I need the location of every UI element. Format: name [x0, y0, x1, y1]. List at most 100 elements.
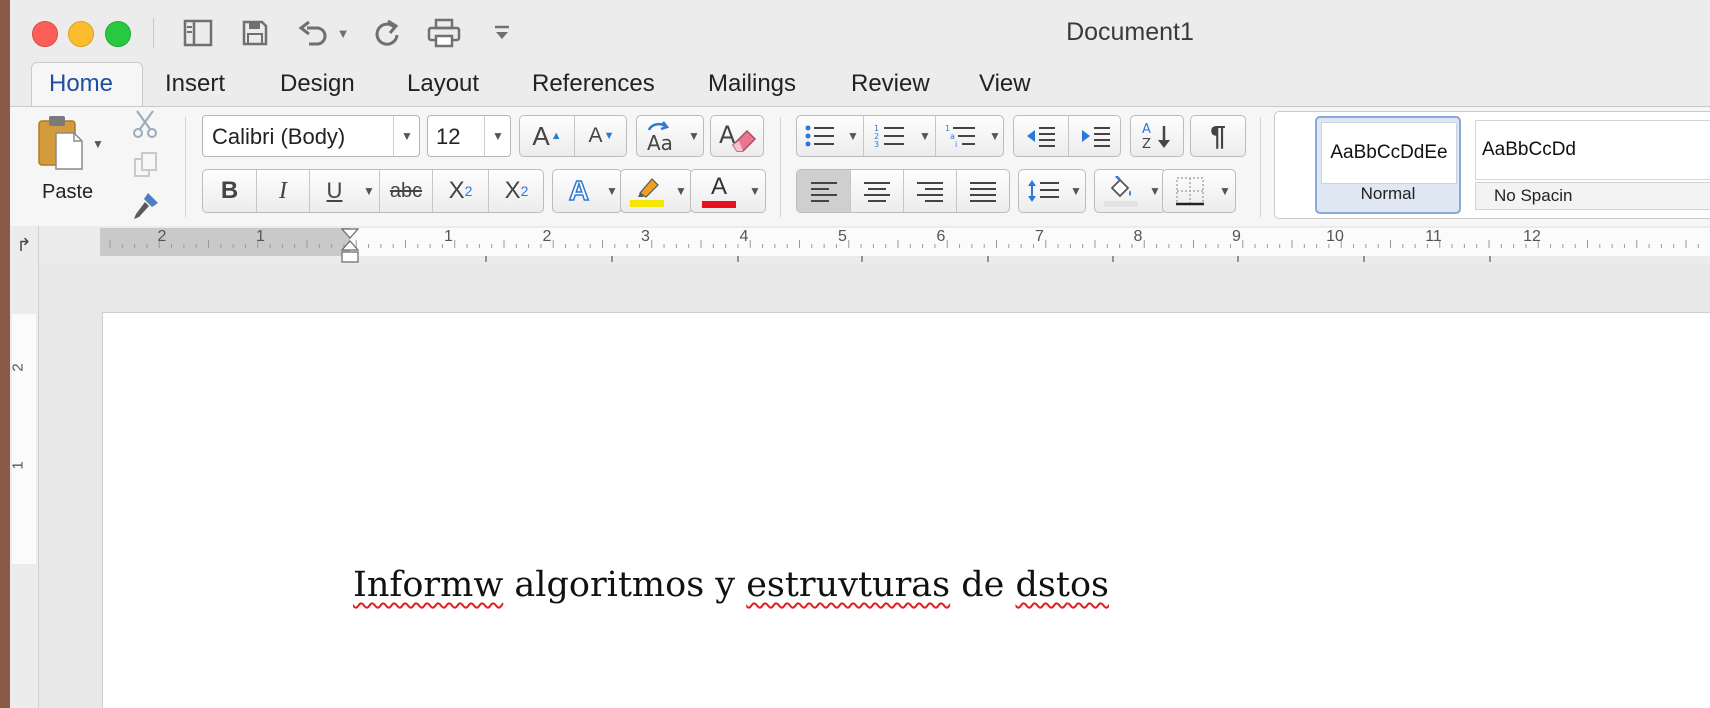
styles-gallery: AaBbCcDdEe Normal AaBbCcDd No Spacin	[1274, 111, 1710, 219]
text-effects-button[interactable]: A ▼	[552, 169, 622, 213]
style-normal[interactable]: AaBbCcDdEe Normal	[1315, 116, 1461, 214]
tab-design[interactable]: Design	[280, 70, 355, 98]
style-name: Normal	[1360, 184, 1416, 203]
document-page[interactable]: Informw algoritmos y estruvturas de dsto…	[102, 312, 1710, 708]
vertical-ruler-number: 2	[10, 363, 27, 372]
align-center-icon[interactable]	[850, 170, 903, 212]
title-bar: ▼ Document1	[10, 0, 1710, 58]
sort-button[interactable]: AZ	[1130, 115, 1184, 157]
indent-markers[interactable]	[340, 228, 360, 263]
format-painter-icon[interactable]	[130, 191, 162, 221]
font-style-buttons: B I U ▼ abc X2 X2	[202, 169, 544, 213]
zoom-window-button[interactable]	[105, 21, 131, 47]
show-formatting-button[interactable]: ¶	[1190, 115, 1246, 157]
ruler-number: 1	[256, 228, 265, 245]
tab-review[interactable]: Review	[851, 70, 930, 98]
chevron-down-icon[interactable]: ▼	[1067, 170, 1085, 212]
sidebar-icon[interactable]	[180, 16, 216, 50]
list-buttons: ▼ 123 ▼ 1ai ▼	[796, 115, 1004, 157]
minimize-window-button[interactable]	[68, 21, 94, 47]
svg-text:Aa: Aa	[647, 131, 673, 152]
paste-label: Paste	[42, 181, 94, 203]
tab-references[interactable]: References	[532, 70, 655, 98]
underline-dropdown-icon[interactable]: ▼	[359, 170, 379, 212]
shading-button[interactable]: ▼	[1094, 169, 1166, 213]
underline-button[interactable]: U	[309, 170, 359, 212]
borders-button[interactable]: ▼	[1162, 169, 1236, 213]
multilevel-list-icon[interactable]: 1ai	[935, 116, 985, 156]
shrink-font-button[interactable]: A ▼	[574, 116, 628, 156]
clear-formatting-button[interactable]: A	[710, 115, 764, 157]
ruler-number: 1	[444, 228, 453, 245]
document-word[interactable]: de	[950, 565, 1015, 605]
bold-button[interactable]: B	[203, 170, 256, 212]
chevron-down-icon[interactable]: ▼	[843, 116, 863, 156]
highlight-color-swatch	[630, 200, 664, 207]
paste-dropdown-icon[interactable]: ▼	[92, 137, 104, 151]
copy-icon[interactable]	[133, 151, 161, 179]
style-no-spacing[interactable]: AaBbCcDd No Spacin	[1471, 116, 1710, 214]
document-title: Document1	[1066, 18, 1194, 46]
document-word[interactable]: algoritmos y	[503, 565, 746, 605]
style-preview: AaBbCcDd	[1475, 120, 1710, 180]
grow-font-button[interactable]: A ▲	[520, 116, 574, 156]
paste-button[interactable]: ▼ Paste	[30, 113, 112, 209]
word-window: ▼ Document1 Home Insert Design Layout Re…	[10, 0, 1710, 708]
chevron-down-icon[interactable]: ▼	[603, 170, 621, 212]
ruler-number: 2	[542, 228, 552, 245]
misspelled-word[interactable]: estruvturas	[746, 565, 950, 605]
chevron-down-icon[interactable]: ▼	[985, 116, 1005, 156]
customize-icon[interactable]	[490, 16, 514, 50]
chevron-down-icon[interactable]: ▼	[685, 116, 703, 156]
strikethrough-button[interactable]: abc	[379, 170, 432, 212]
undo-dropdown-icon[interactable]: ▼	[335, 16, 351, 50]
tab-view[interactable]: View	[979, 70, 1031, 98]
change-case-button[interactable]: Aa ▼	[636, 115, 704, 157]
align-left-icon[interactable]	[797, 170, 850, 212]
ruler-number: 4	[739, 228, 749, 245]
highlight-button[interactable]: ▼	[620, 169, 692, 213]
redo-icon[interactable]	[370, 16, 404, 50]
ruler-number: 5	[838, 228, 847, 245]
chevron-down-icon[interactable]: ▼	[1215, 170, 1235, 212]
font-size-field[interactable]: 12 ▼	[427, 115, 511, 157]
horizontal-ruler: ↱ 2 1 1 2 3 4 5 6 7 8 9 10 11 12	[10, 226, 1710, 265]
line-spacing-button[interactable]: ▼	[1018, 169, 1086, 213]
ruler-number: 10	[1326, 228, 1344, 245]
numbering-icon[interactable]: 123	[863, 116, 915, 156]
chevron-down-icon[interactable]: ▼	[671, 170, 691, 212]
print-icon[interactable]	[425, 16, 463, 50]
save-icon[interactable]	[238, 16, 272, 50]
ruler-number: 11	[1425, 228, 1442, 245]
undo-icon[interactable]	[295, 16, 333, 50]
italic-button[interactable]: I	[256, 170, 309, 212]
font-size-buttons: A ▲ A ▼	[519, 115, 627, 157]
align-right-icon[interactable]	[903, 170, 956, 212]
justify-icon[interactable]	[956, 170, 1009, 212]
svg-text:A: A	[1142, 122, 1151, 137]
close-window-button[interactable]	[32, 21, 58, 47]
alignment-buttons	[796, 169, 1010, 213]
chevron-down-icon[interactable]: ▼	[915, 116, 935, 156]
tab-insert[interactable]: Insert	[165, 70, 225, 98]
cut-icon[interactable]	[130, 109, 160, 139]
tab-mailings[interactable]: Mailings	[708, 70, 796, 98]
chevron-down-icon[interactable]: ▼	[484, 116, 511, 156]
misspelled-word[interactable]: dstos	[1016, 565, 1109, 605]
superscript-button[interactable]: X2	[488, 170, 544, 212]
tab-home[interactable]: Home	[49, 70, 113, 98]
misspelled-word[interactable]: Informw	[353, 565, 503, 605]
font-color-button[interactable]: A ▼	[690, 169, 766, 213]
bullets-icon[interactable]	[797, 116, 843, 156]
tab-layout[interactable]: Layout	[407, 70, 479, 98]
vertical-ruler-number: 1	[10, 461, 27, 470]
chevron-down-icon[interactable]: ▼	[745, 170, 765, 212]
subscript-button[interactable]: X2	[432, 170, 488, 212]
triangle-down-icon: ▼	[603, 130, 615, 142]
text-effects-icon: A	[568, 174, 590, 207]
chevron-down-icon[interactable]: ▼	[393, 116, 420, 156]
font-family-field[interactable]: Calibri (Body) ▼	[202, 115, 420, 157]
increase-indent-icon[interactable]	[1068, 116, 1122, 156]
document-text[interactable]: Informw algoritmos y estruvturas de dsto…	[353, 565, 1109, 605]
decrease-indent-icon[interactable]	[1014, 116, 1068, 156]
